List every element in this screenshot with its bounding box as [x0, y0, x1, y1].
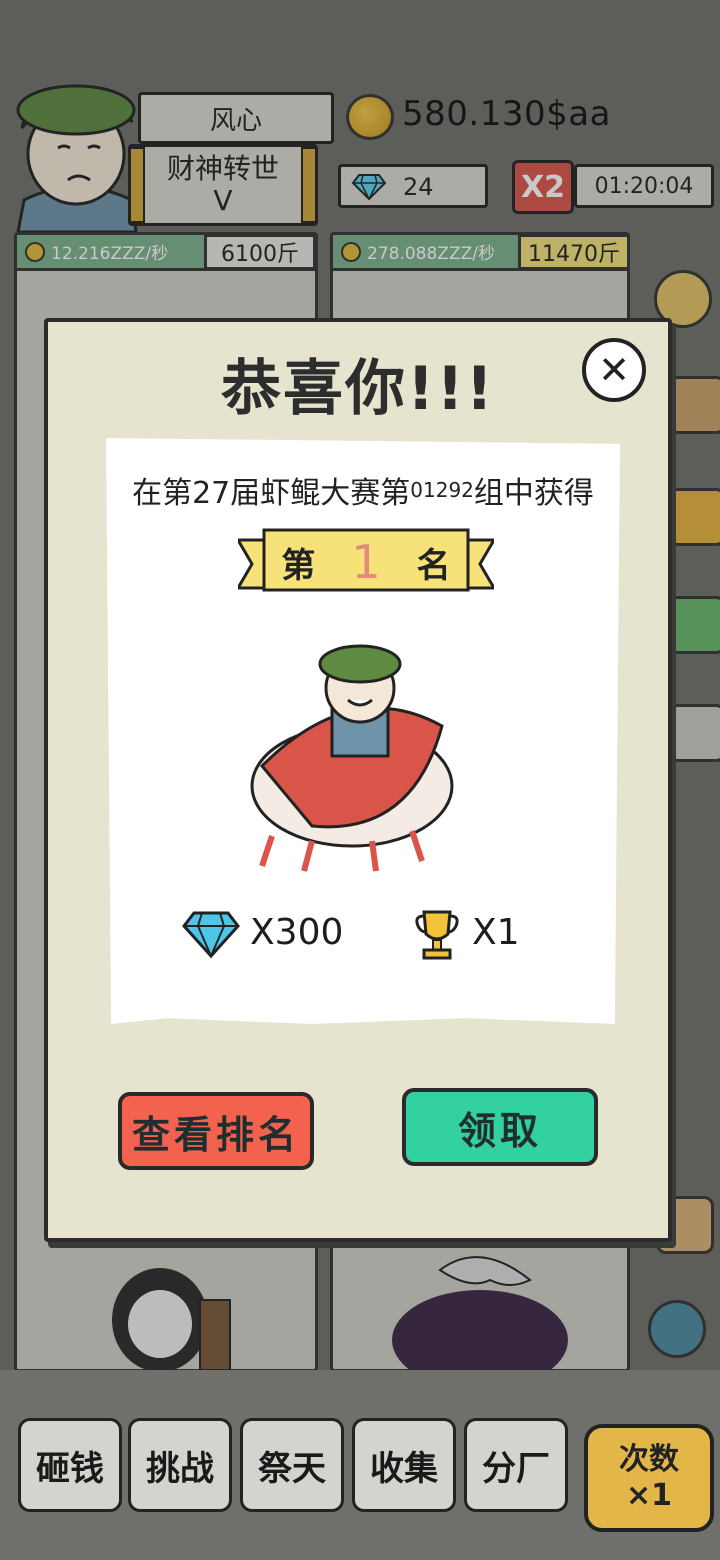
- reward-row: X300 X1: [106, 908, 620, 968]
- tab-collect[interactable]: 收集: [352, 1418, 456, 1512]
- rank-suffix: 名: [416, 545, 451, 586]
- award-suffix: 组中获得: [473, 476, 594, 511]
- attempts-count: ×1: [625, 1478, 672, 1513]
- rank-number: 1: [351, 535, 381, 589]
- tab-challenge[interactable]: 挑战: [128, 1418, 232, 1512]
- tab-invest[interactable]: 砸钱: [18, 1418, 122, 1512]
- rank-label: 第 1 名: [238, 534, 494, 590]
- attempts-label: 次数: [619, 1442, 679, 1477]
- attempts-button[interactable]: 次数 ×1: [584, 1424, 714, 1532]
- close-button[interactable]: ✕: [582, 338, 646, 402]
- award-group: 01292: [410, 478, 474, 502]
- result-card: 在第27届虾鲲大赛第01292组中获得 第 1 名 X300 X1: [106, 438, 620, 1024]
- reward-modal: 恭喜你!!! ✕ 在第27届虾鲲大赛第01292组中获得 第 1 名 X300 …: [44, 318, 672, 1242]
- tab-worship[interactable]: 祭天: [240, 1418, 344, 1512]
- diamond-icon: [182, 911, 240, 959]
- rank-prefix: 第: [281, 545, 316, 586]
- gem-reward-amount: X300: [250, 912, 344, 953]
- view-ranking-button[interactable]: 查看排名: [118, 1092, 314, 1170]
- award-prefix: 在第27届虾鲲大赛第: [132, 476, 411, 511]
- winner-riding-shrimp-illustration: [250, 644, 454, 872]
- trophy-reward-amount: X1: [472, 912, 520, 953]
- close-icon: ✕: [598, 348, 630, 392]
- award-text: 在第27届虾鲲大赛第01292组中获得: [106, 468, 620, 512]
- claim-button[interactable]: 领取: [402, 1088, 598, 1166]
- trophy-icon: [415, 910, 459, 960]
- tab-branch-factory[interactable]: 分厂: [464, 1418, 568, 1512]
- modal-title: 恭喜你!!!: [220, 354, 496, 424]
